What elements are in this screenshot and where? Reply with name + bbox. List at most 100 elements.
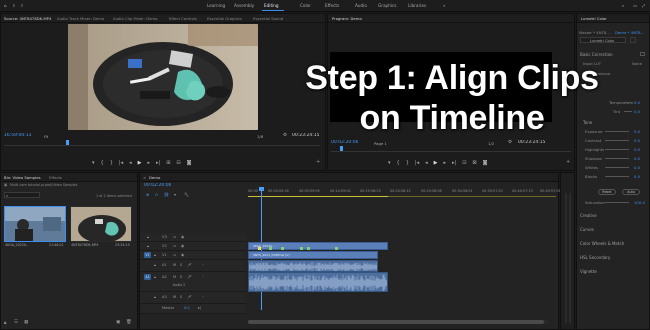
program-playhead[interactable]: [340, 146, 343, 151]
solo-a1-button[interactable]: S: [180, 263, 182, 267]
saturation-slider[interactable]: [605, 202, 629, 203]
tint-value[interactable]: 0.0: [634, 109, 640, 114]
source-playhead[interactable]: [66, 140, 69, 145]
track-label-v3[interactable]: V3: [162, 235, 167, 239]
linked-selection-icon[interactable]: ⛓︎: [164, 192, 169, 197]
track-lock-v1[interactable]: 🔒︎: [154, 253, 156, 257]
vignette-header[interactable]: Vignette: [580, 269, 597, 274]
lumetri-master-clip[interactable]: Master * 4NT8...: [579, 30, 610, 35]
tab-learning[interactable]: Learning: [207, 3, 225, 8]
track-lock-a3[interactable]: 🔒︎: [154, 295, 156, 299]
tab-essential-sound[interactable]: Essential Sound: [253, 16, 283, 21]
go-to-in-icon[interactable]: |◂: [119, 160, 123, 166]
tab-libraries[interactable]: Libraries: [408, 3, 426, 8]
home-icon[interactable]: ⌂: [4, 3, 7, 8]
shadows-value[interactable]: 0.0: [634, 156, 640, 161]
track-volume-a2-icon[interactable]: ◦: [202, 275, 204, 279]
source-resolution-dropdown[interactable]: 1/8: [257, 134, 263, 139]
eye-v3-icon[interactable]: ◉: [181, 235, 184, 239]
mark-out-icon[interactable]: }: [110, 160, 113, 166]
icon-view-icon[interactable]: ▦: [24, 320, 28, 325]
bin-lock-icon[interactable]: 🔒︎: [4, 320, 6, 326]
add-marker-icon[interactable]: ▾: [92, 160, 95, 166]
add-marker-tl-icon[interactable]: ▾: [174, 192, 176, 197]
shadows-slider[interactable]: [605, 158, 629, 159]
audio-clip-a1[interactable]: [248, 260, 378, 272]
program-go-to-out-icon[interactable]: ▸|: [452, 160, 456, 166]
program-export-frame-icon[interactable]: ◙: [483, 160, 488, 166]
auto-button[interactable]: Auto: [622, 189, 640, 195]
program-play-icon[interactable]: ▶: [434, 160, 438, 166]
list-view-icon[interactable]: ☰: [14, 320, 18, 325]
contrast-slider[interactable]: [605, 140, 629, 141]
program-mark-out-icon[interactable]: }: [406, 160, 409, 166]
audio-clip-a2[interactable]: [248, 272, 388, 292]
contrast-value[interactable]: 0.0: [634, 138, 640, 143]
track-lock-a2[interactable]: 🔒︎: [154, 275, 156, 279]
tab-effect-controls[interactable]: Effect Controls: [169, 16, 197, 21]
playhead-handle[interactable]: [259, 187, 264, 191]
blacks-value[interactable]: 0.0: [634, 174, 640, 179]
program-mark-in-icon[interactable]: {: [397, 160, 400, 166]
tab-effects[interactable]: Effects: [325, 3, 339, 8]
microphone-a2-icon[interactable]: 🎤︎: [187, 275, 192, 279]
temperature-slider[interactable]: [624, 102, 632, 103]
program-add-marker-icon[interactable]: ▾: [388, 160, 391, 166]
microphone-a1-icon[interactable]: 🎤︎: [187, 263, 192, 267]
tab-source[interactable]: Source: 4NT8478DK.MP4: [4, 16, 54, 21]
reset-button[interactable]: Reset: [598, 189, 616, 195]
solo-a2-button[interactable]: S: [180, 275, 182, 279]
source-video-frame[interactable]: [68, 24, 258, 130]
go-to-out-icon[interactable]: ▸|: [156, 160, 160, 166]
track-lock-v2[interactable]: 🔒︎: [147, 244, 149, 248]
bin-thumbnail-0[interactable]: [4, 206, 66, 242]
overwrite-icon[interactable]: ⊟: [176, 160, 180, 166]
whites-value[interactable]: 0.0: [634, 165, 640, 170]
tab-essential-graphics[interactable]: Essential Graphics: [207, 16, 242, 21]
program-wrench-icon[interactable]: ⚙: [508, 140, 512, 145]
tab-bin-video-samples[interactable]: Bin: Video Samples: [4, 175, 41, 180]
track-volume-a3-icon[interactable]: ◦: [202, 295, 204, 299]
track-lock-v3[interactable]: 🔒︎: [147, 235, 149, 239]
more-workspaces-icon[interactable]: »: [443, 3, 446, 8]
program-page-dropdown[interactable]: Page 1: [374, 141, 387, 146]
timeline-scroll-thumb[interactable]: [248, 320, 544, 324]
basic-correction-checkbox[interactable]: [640, 52, 645, 56]
tab-audio[interactable]: Audio: [355, 3, 367, 8]
eye-v2-icon[interactable]: ◉: [181, 244, 184, 248]
delete-icon[interactable]: 🗑︎: [126, 320, 132, 325]
toggle-sync-v3-icon[interactable]: ▭: [173, 235, 176, 239]
track-label-a3[interactable]: A3: [162, 295, 167, 299]
tab-audio-track-mixer[interactable]: Audio Track Mixer: Demo: [57, 16, 104, 21]
highlights-slider[interactable]: [605, 149, 629, 150]
step-back-icon[interactable]: ◂: [129, 160, 132, 166]
source-patch-a1[interactable]: A1: [144, 274, 151, 280]
timeline-scrollbar[interactable]: [248, 320, 548, 324]
tab-program[interactable]: Program: Demo: [332, 16, 362, 21]
insert-icon[interactable]: ⊞: [166, 160, 170, 166]
extract-icon[interactable]: ⊠: [472, 160, 476, 166]
export-frame-icon[interactable]: ◙: [187, 160, 192, 166]
program-go-to-in-icon[interactable]: |◂: [415, 160, 419, 166]
tab-graphics[interactable]: Graphics: [378, 3, 397, 8]
lumetri-preset-dropdown[interactable]: Lumetri Color: [580, 37, 626, 43]
bin-search-input[interactable]: ⌕: [4, 192, 40, 198]
track-label-a2[interactable]: A2: [162, 275, 167, 279]
temperature-value[interactable]: 0.0: [634, 100, 640, 105]
add-button-icon[interactable]: +: [316, 159, 320, 165]
maximize-icon[interactable]: ⤢: [642, 3, 645, 8]
timeline-settings-icon[interactable]: 🔧︎: [184, 192, 189, 197]
tab-assembly[interactable]: Assembly: [234, 3, 254, 8]
curves-header[interactable]: Curves: [580, 227, 594, 232]
blacks-slider[interactable]: [605, 176, 629, 177]
solo-a3-button[interactable]: S: [180, 295, 182, 299]
track-volume-a1-icon[interactable]: ◦: [202, 263, 204, 267]
master-go-to-end-icon[interactable]: ▸|: [198, 306, 201, 310]
snap-icon[interactable]: ∩: [155, 192, 158, 197]
program-step-back-icon[interactable]: ◂: [425, 160, 428, 166]
lumetri-sequence-clip[interactable]: Demo * 4NT8...: [615, 30, 644, 35]
tab-color[interactable]: Color: [300, 3, 311, 8]
bin-thumbnail-1[interactable]: [70, 206, 132, 242]
new-item-icon[interactable]: ▣: [116, 320, 120, 325]
timeline-close-icon[interactable]: ×: [143, 175, 146, 180]
